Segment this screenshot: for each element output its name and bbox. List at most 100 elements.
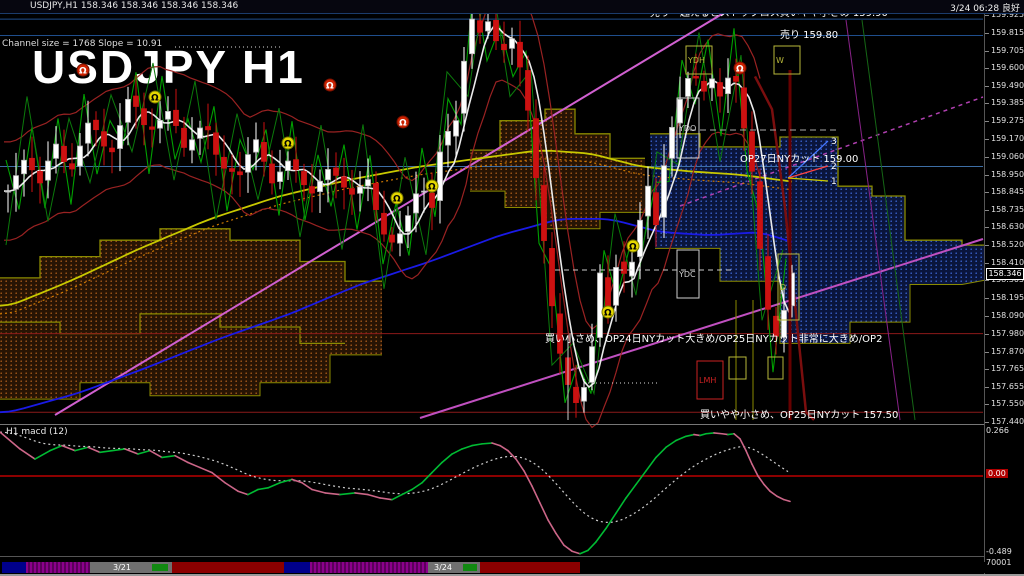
- candle-body: [414, 194, 419, 213]
- candle-body: [398, 234, 403, 243]
- price-tick: [985, 316, 989, 317]
- candle-body: [182, 128, 187, 147]
- candle-body: [478, 21, 483, 32]
- candle-body: [470, 19, 475, 54]
- macd-line: [656, 447, 666, 457]
- candle-body: [142, 109, 147, 125]
- macd-line: [380, 498, 392, 500]
- annotation-op27-cut: OP27日NYカット 159.00: [740, 150, 858, 165]
- candle-body: [246, 155, 251, 173]
- macd-line: [636, 471, 646, 485]
- macd-line: [292, 479, 302, 482]
- candle-body: [350, 189, 355, 195]
- candle-body: [62, 146, 67, 161]
- candle-body: [38, 171, 43, 182]
- candle-body: [358, 187, 363, 193]
- price-tick: [985, 263, 989, 264]
- fan-label: 1: [831, 177, 837, 187]
- omega-glyph: Ω: [604, 309, 612, 319]
- chart-window: USDJPY H1 YDHWYDOYDCDLMH321ΩΩΩΩΩΩΩΩΩΩ US…: [0, 0, 1024, 576]
- candle-body: [302, 172, 307, 185]
- datetime-status: 3/24 06:28 良好: [950, 1, 1020, 14]
- annotation-sell: 売り 159.80: [780, 26, 838, 41]
- omega-glyph: Ω: [326, 82, 334, 92]
- macd-line: [746, 451, 752, 465]
- macd-line: [268, 483, 280, 488]
- candle-body: [742, 88, 747, 128]
- macd-line: [200, 468, 212, 473]
- macd-line: [472, 444, 482, 446]
- macd-line: [596, 528, 606, 542]
- candle-body: [374, 183, 379, 209]
- price-tick: [985, 404, 989, 405]
- macd-line: [112, 449, 125, 451]
- price-tick: [985, 51, 989, 52]
- macd-line: [572, 551, 580, 554]
- macd-scale-min: -0.489: [986, 547, 1012, 556]
- candle-body: [78, 146, 83, 166]
- timeline-day-label: 3/21: [113, 563, 131, 572]
- panel-divider[interactable]: [0, 424, 1024, 425]
- candle-body: [94, 120, 99, 129]
- candle-body: [510, 39, 515, 49]
- candle-body: [70, 164, 75, 169]
- price-tick: [985, 175, 989, 176]
- price-tick-label: 159.705: [991, 46, 1024, 55]
- candle-body: [654, 193, 659, 225]
- macd-line: [258, 488, 268, 490]
- candle-body: [254, 140, 259, 152]
- macd-line: [740, 439, 746, 451]
- macd-line: [686, 435, 694, 437]
- macd-line: [616, 498, 626, 513]
- candle-body: [702, 81, 707, 91]
- candle-body: [342, 177, 347, 187]
- macd-line: [100, 451, 112, 453]
- macd-scale-zero: 0.00: [986, 469, 1008, 478]
- candle-body: [214, 133, 219, 154]
- macd-line: [758, 476, 764, 484]
- macd-line: [646, 457, 656, 471]
- candle-body: [206, 127, 211, 130]
- macd-line: [35, 451, 50, 459]
- price-tick-label: 157.980: [991, 329, 1024, 338]
- price-axis[interactable]: 158.346 159.925159.815159.705159.600159.…: [984, 0, 1024, 576]
- omega-glyph: Ω: [629, 243, 637, 253]
- price-tick: [985, 103, 989, 104]
- macd-line: [325, 493, 340, 495]
- macd-line: [728, 434, 734, 435]
- candle-body: [758, 182, 763, 249]
- candle-body: [670, 127, 675, 158]
- candle-body: [102, 132, 107, 146]
- macd-line: [462, 446, 472, 449]
- session-segment: [2, 562, 26, 573]
- level-box-label: W: [776, 56, 784, 65]
- price-tick-label: 159.060: [991, 152, 1024, 161]
- timeline-divider: [0, 556, 1024, 557]
- price-tick-label: 158.630: [991, 222, 1024, 231]
- price-tick: [985, 334, 989, 335]
- price-tick-label: 157.655: [991, 382, 1024, 391]
- chart-area[interactable]: YDHWYDOYDCDLMH321ΩΩΩΩΩΩΩΩΩΩ: [0, 0, 1024, 576]
- price-tick-label: 159.385: [991, 98, 1024, 107]
- level-box-label: YDC: [678, 270, 696, 279]
- macd-line: [764, 484, 770, 491]
- session-segment: [26, 562, 90, 573]
- candle-body: [582, 387, 587, 401]
- price-tick: [985, 157, 989, 158]
- macd-scale-count: 70001: [986, 558, 1011, 567]
- candle-body: [614, 267, 619, 305]
- session-segment: [284, 562, 310, 573]
- macd-line: [88, 447, 100, 452]
- macd-line: [20, 449, 35, 459]
- candle-body: [534, 119, 539, 178]
- price-tick-label: 159.170: [991, 134, 1024, 143]
- candle-body: [686, 78, 691, 96]
- candle-body: [430, 193, 435, 207]
- symbol-ohlc-readout: USDJPY,H1 158.346 158.346 158.346 158.34…: [30, 1, 238, 11]
- price-tick-label: 158.950: [991, 170, 1024, 179]
- price-tick-label: 157.440: [991, 417, 1024, 426]
- candle-body: [454, 121, 459, 136]
- omega-glyph: Ω: [79, 67, 87, 77]
- candle-body: [262, 142, 267, 161]
- candle-body: [286, 161, 291, 171]
